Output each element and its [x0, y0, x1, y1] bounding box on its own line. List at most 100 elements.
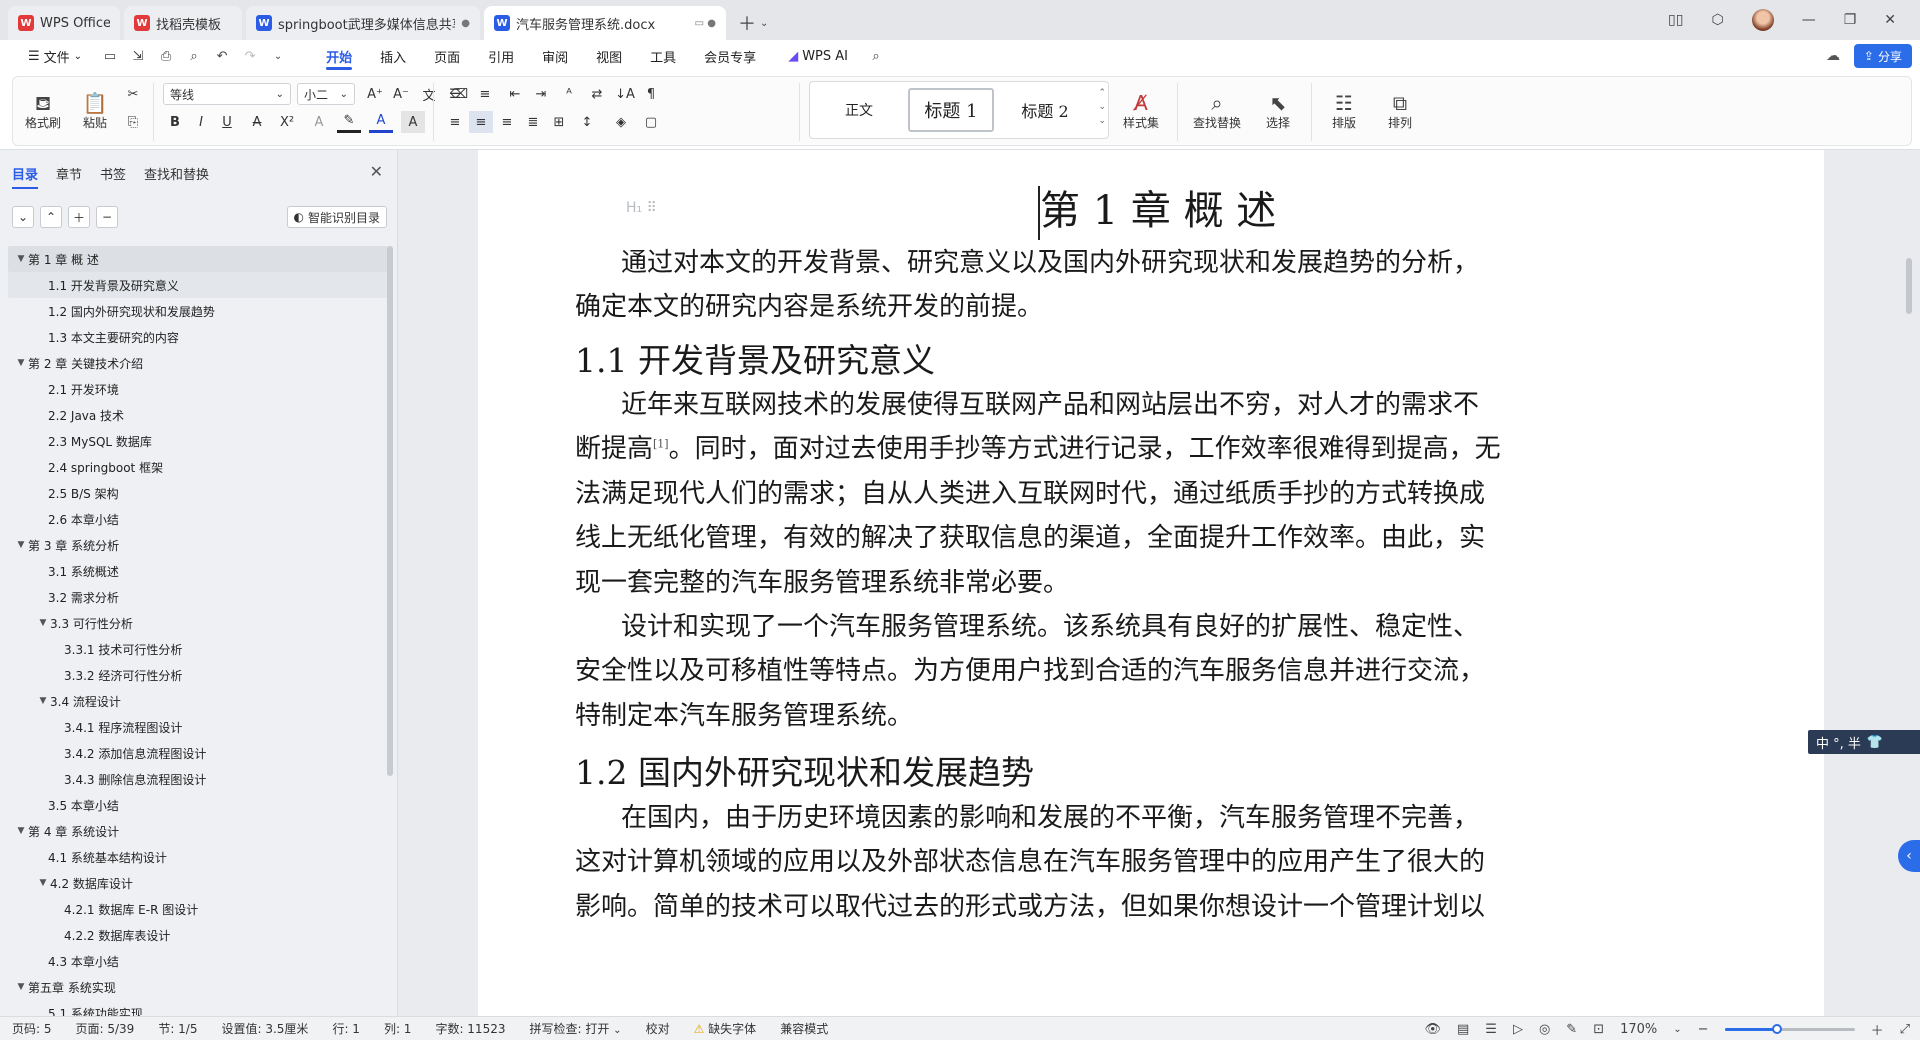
toc-item[interactable]: ▼ 第五章 系统实现	[8, 974, 388, 1000]
tab-menu-0[interactable]: 开始	[312, 40, 366, 72]
arrange-button[interactable]: ⧉ 排列	[1375, 81, 1425, 141]
chevron-down-icon[interactable]: ⌄	[760, 18, 768, 29]
toc-item[interactable]: 2.1 开发环境	[8, 376, 388, 402]
border-icon[interactable]: ▢	[639, 111, 663, 133]
shading-icon[interactable]: ◈	[609, 111, 633, 133]
copy-icon[interactable]: ⎘	[121, 111, 145, 133]
toc-item[interactable]: 4.1 系统基本结构设计	[8, 844, 388, 870]
strikethrough-icon[interactable]: A	[245, 111, 269, 133]
toc-item[interactable]: 2.6 本章小结	[8, 506, 388, 532]
shrink-font-icon[interactable]: A⁻	[389, 83, 413, 105]
tab-menu-3[interactable]: 引用	[474, 40, 528, 72]
toc-scrollbar[interactable]	[387, 246, 393, 776]
toc-item[interactable]: ▼ 4.2 数据库设计	[8, 870, 388, 896]
chevron-down-icon[interactable]: ⌄	[264, 40, 292, 72]
zoom-slider[interactable]	[1724, 1023, 1855, 1034]
layout-icon[interactable]: ▯▯	[1668, 12, 1683, 28]
toc-item[interactable]: 2.3 MySQL 数据库	[8, 428, 388, 454]
underline-icon[interactable]: U	[215, 111, 239, 133]
nav-tab-0[interactable]: 目录	[12, 164, 39, 189]
status-page-number[interactable]: 页码: 5	[0, 1020, 64, 1037]
tab-menu-4[interactable]: 审阅	[528, 40, 582, 72]
font-color-icon[interactable]: A	[369, 111, 393, 133]
style-normal[interactable]: 正文	[816, 88, 902, 132]
nav-tab-3[interactable]: 查找和替换	[144, 164, 209, 189]
add-heading-button[interactable]: ＋	[68, 206, 90, 228]
expand-up-button[interactable]: ⌃	[40, 206, 62, 228]
font-name-select[interactable]: 等线 ⌄	[163, 83, 291, 105]
cube-icon[interactable]: ⬡	[1711, 12, 1723, 28]
toc-item[interactable]: 3.3.2 经济可行性分析	[8, 662, 388, 688]
undo-icon[interactable]: ↶	[208, 40, 236, 72]
status-proofread[interactable]: 校对	[634, 1020, 682, 1037]
toc-item[interactable]: 1.3 本文主要研究的内容	[8, 324, 388, 350]
italic-icon[interactable]: I	[189, 111, 213, 133]
toc-item[interactable]: 3.1 系统概述	[8, 558, 388, 584]
line-spacing-icon[interactable]: ↕	[575, 111, 599, 133]
toc-item[interactable]: 3.3.1 技术可行性分析	[8, 636, 388, 662]
char-shading-icon[interactable]: A	[401, 111, 425, 133]
collapse-all-button[interactable]: ⌄	[12, 206, 34, 228]
paste-button[interactable]: 📋 粘贴	[75, 81, 115, 141]
phonetic-icon[interactable]: 文	[417, 83, 441, 105]
bullet-list-icon[interactable]: ☰	[443, 83, 467, 105]
web-view-icon[interactable]: ◎	[1539, 1022, 1550, 1037]
status-pages[interactable]: 页面: 5/39	[64, 1020, 147, 1037]
status-row[interactable]: 行: 1	[320, 1020, 372, 1037]
toc-item[interactable]: ▼ 第 2 章 关键技术介绍	[8, 350, 388, 376]
fit-icon[interactable]: ⊡	[1593, 1022, 1604, 1037]
toc-item[interactable]: ▼ 第 3 章 系统分析	[8, 532, 388, 558]
tab-3[interactable]: W 汽车服务管理系统.docx ▭ ●	[484, 6, 726, 40]
tab-menu-2[interactable]: 页面	[420, 40, 474, 72]
share-button[interactable]: ⇪ 分享	[1853, 44, 1912, 68]
find-replace-button[interactable]: ⌕ 查找替换	[1185, 81, 1249, 141]
text-direction-icon[interactable]: ⇄	[585, 83, 609, 105]
tab-2[interactable]: Wspringboot武理多媒体信息共享平台 ●	[246, 6, 480, 40]
tab-close-icon[interactable]: ●	[461, 18, 470, 29]
show-marks-icon[interactable]: ¶	[639, 83, 663, 105]
toc-item[interactable]: 4.2.1 数据库 E-R 图设计	[8, 896, 388, 922]
select-button[interactable]: ⬉ 选择	[1253, 81, 1303, 141]
toc-item[interactable]: 3.5 本章小结	[8, 792, 388, 818]
increase-indent-icon[interactable]: ⇥	[529, 83, 553, 105]
toc-item[interactable]: ▼ 第 4 章 系统设计	[8, 818, 388, 844]
toc-item[interactable]: 1.2 国内外研究现状和发展趋势	[8, 298, 388, 324]
toc-item[interactable]: 3.2 需求分析	[8, 584, 388, 610]
toc-item[interactable]: ▼ 3.4 流程设计	[8, 688, 388, 714]
toc-item[interactable]: 4.2.2 数据库表设计	[8, 922, 388, 948]
grow-font-icon[interactable]: A⁺	[363, 83, 387, 105]
toc-item[interactable]: 2.5 B/S 架构	[8, 480, 388, 506]
toc-item[interactable]: 3.4.3 删除信息流程图设计	[8, 766, 388, 792]
expand-arrow-icon[interactable]: ▼	[14, 540, 28, 550]
restore-button[interactable]: ❐	[1844, 12, 1857, 28]
tab-menu-7[interactable]: 会员专享	[690, 40, 770, 72]
gallery-scroll[interactable]: ⌃ ⌄ ⌄	[1098, 86, 1106, 128]
wps-ai-button[interactable]: ◢ WPS AI	[774, 40, 862, 72]
collapse-side-icon[interactable]: ‹	[1898, 840, 1920, 872]
highlight-icon[interactable]: ✎	[337, 111, 361, 133]
distributed-icon[interactable]: ⊞	[547, 111, 571, 133]
expand-arrow-icon[interactable]: ▼	[14, 358, 28, 368]
status-section[interactable]: 节: 1/5	[146, 1020, 209, 1037]
status-word-count[interactable]: 字数: 11523	[423, 1020, 517, 1037]
superscript-icon[interactable]: X²	[275, 111, 299, 133]
tab-menu-1[interactable]: 插入	[366, 40, 420, 72]
zoom-in-icon[interactable]: ＋	[1871, 1020, 1884, 1039]
numbered-list-icon[interactable]: ≡	[473, 83, 497, 105]
chinese-layout-icon[interactable]: ᴬ	[557, 83, 581, 105]
zoom-knob[interactable]	[1771, 1023, 1782, 1034]
toc-item[interactable]: 1.1 开发背景及研究意义	[8, 272, 388, 298]
style-set-button[interactable]: A̸ 样式集	[1113, 81, 1169, 141]
document-scrollbar[interactable]	[1906, 258, 1912, 314]
close-window-button[interactable]: ✕	[1884, 12, 1896, 28]
status-missing-font[interactable]: ⚠ 缺失字体	[682, 1020, 769, 1037]
nav-tab-1[interactable]: 章节	[56, 164, 82, 189]
outline-view-icon[interactable]: ☰	[1485, 1022, 1497, 1037]
toc-item[interactable]: 3.4.2 添加信息流程图设计	[8, 740, 388, 766]
expand-arrow-icon[interactable]: ▼	[14, 254, 28, 264]
smart-toc-button[interactable]: ◐ 智能识别目录	[286, 206, 387, 228]
chevron-down-icon[interactable]: ⌄	[1673, 1024, 1681, 1035]
citation-ref[interactable]: [1]	[653, 437, 669, 450]
toc-item[interactable]: 2.4 springboot 框架	[8, 454, 388, 480]
redo-icon[interactable]: ↷	[236, 40, 264, 72]
